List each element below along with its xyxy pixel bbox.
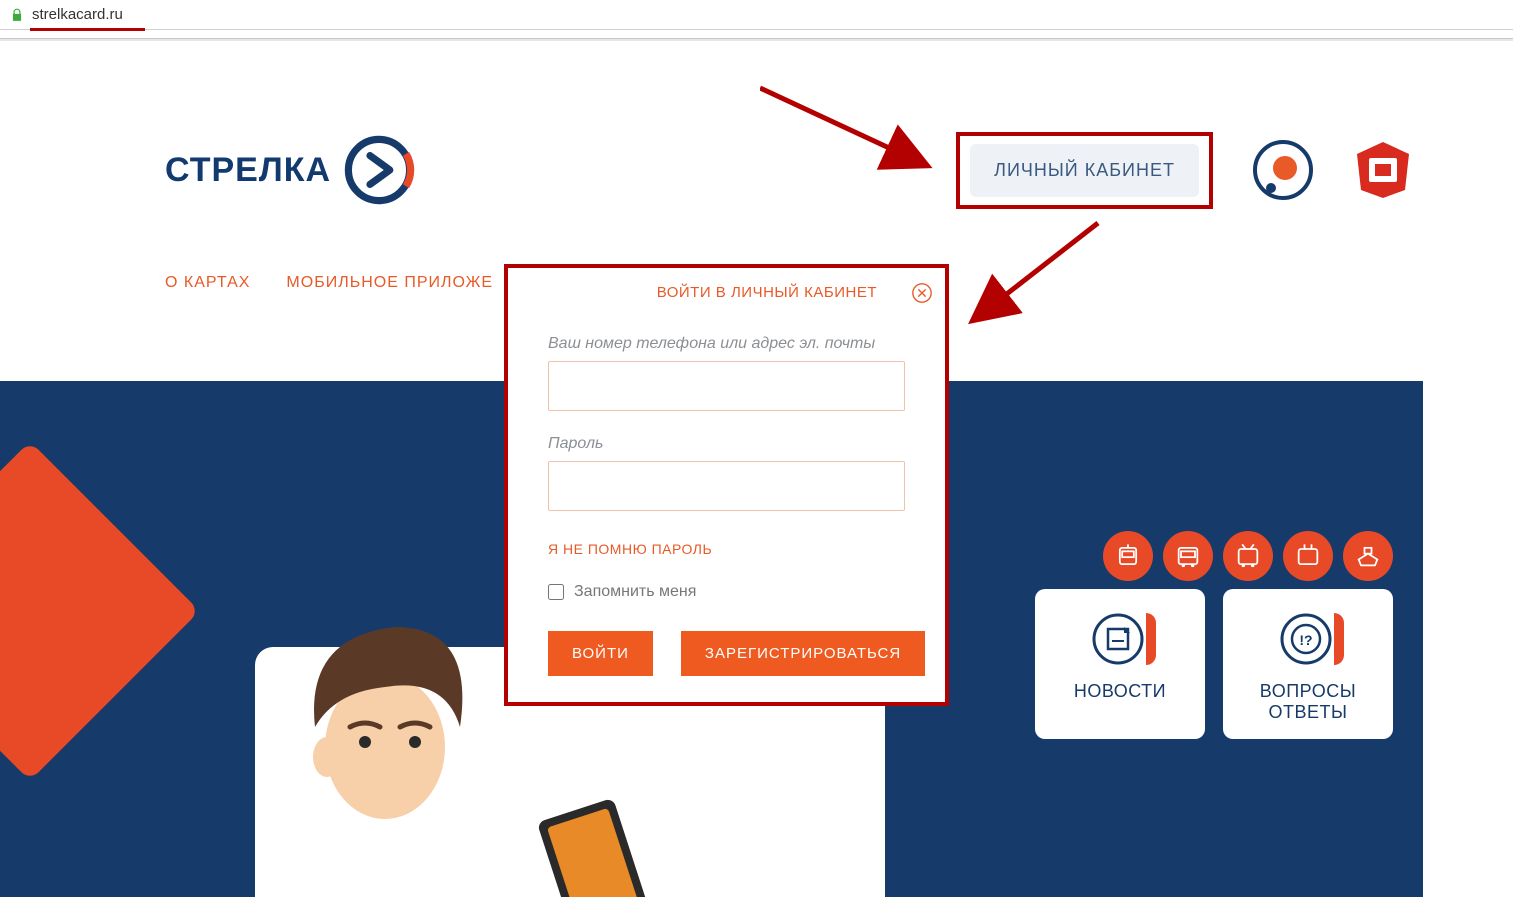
browser-url[interactable]: strelkacard.ru [32,6,123,23]
login-input[interactable] [548,361,905,411]
cabinet-button[interactable]: ЛИЧНЫЙ КАБИНЕТ [970,144,1199,197]
remember-label: Запомнить меня [574,583,696,601]
login-dialog: ВОЙТИ В ЛИЧНЫЙ КАБИНЕТ Ваш номер телефон… [504,264,949,706]
annotation-arrow-to-login [960,215,1110,335]
person-illustration [295,617,465,827]
phone-illustration [537,798,653,897]
address-bar-separator [0,38,1513,41]
remember-me[interactable]: Запомнить меня [548,583,905,601]
nav-about-cards[interactable]: О КАРТАХ [165,274,250,292]
annotation-arrow-to-cabinet [760,80,950,180]
card-news-label: НОВОСТИ [1045,681,1195,702]
login-field-label: Ваш номер телефона или адрес эл. почты [548,335,905,353]
transport-tram-icon[interactable] [1103,531,1153,581]
svg-text:!?: !? [1299,632,1312,648]
hero-red-shape [0,441,200,780]
card-faq-label: ВОПРОСЫ ОТВЕТЫ [1233,681,1383,723]
transport-trolleybus2-icon[interactable] [1283,531,1333,581]
transport-icons-row [1103,531,1393,581]
main-nav: О КАРТАХ МОБИЛЬНОЕ ПРИЛОЖЕ [165,274,493,292]
logo-text: СТРЕЛКА [165,151,331,190]
news-icon [1090,609,1150,669]
remember-checkbox[interactable] [548,584,564,600]
browser-address-bar: strelkacard.ru [0,0,1513,30]
forgot-password-link[interactable]: Я НЕ ПОМНЮ ПАРОЛЬ [548,541,712,557]
logo-arrow-icon [343,134,415,206]
login-submit-button[interactable]: ВОЙТИ [548,631,653,676]
partner-logo-1[interactable] [1253,140,1313,200]
transport-ship-icon[interactable] [1343,531,1393,581]
info-cards: НОВОСТИ !? ВОПРОСЫ ОТВЕТЫ [1035,589,1393,739]
card-faq[interactable]: !? ВОПРОСЫ ОТВЕТЫ [1223,589,1393,739]
partner-logo-2[interactable] [1353,140,1413,200]
url-highlight [30,28,145,31]
login-dialog-title: ВОЙТИ В ЛИЧНЫЙ КАБИНЕТ [548,284,905,301]
password-input[interactable] [548,461,905,511]
register-button[interactable]: ЗАРЕГИСТРИРОВАТЬСЯ [681,631,925,676]
card-news[interactable]: НОВОСТИ [1035,589,1205,739]
cabinet-highlight-box: ЛИЧНЫЙ КАБИНЕТ [956,132,1213,209]
site-logo[interactable]: СТРЕЛКА [165,134,415,206]
faq-icon: !? [1278,609,1338,669]
password-field-label: Пароль [548,435,905,453]
transport-trolleybus-icon[interactable] [1223,531,1273,581]
lock-icon [10,8,24,22]
nav-mobile-app[interactable]: МОБИЛЬНОЕ ПРИЛОЖЕ [286,274,493,292]
transport-bus-icon[interactable] [1163,531,1213,581]
close-icon[interactable] [911,282,933,304]
